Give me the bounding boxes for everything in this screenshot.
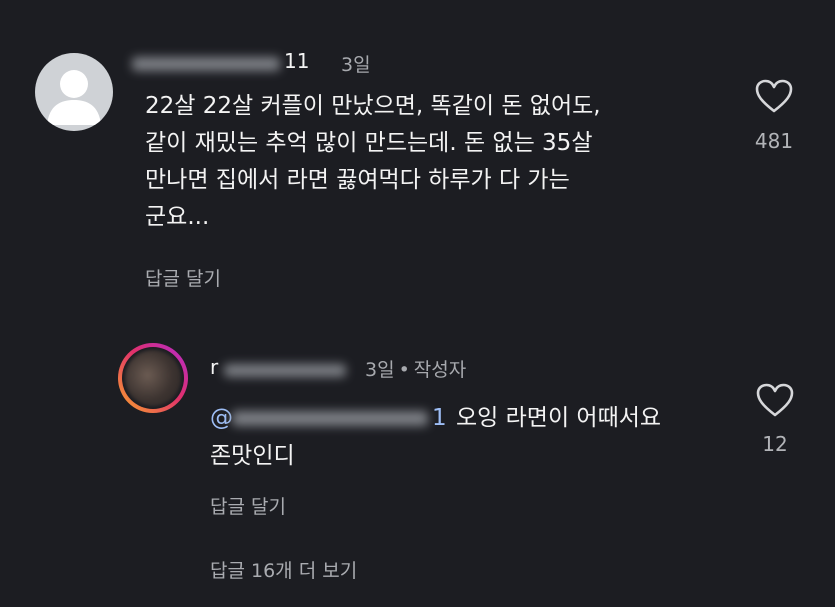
like-button[interactable] [754, 78, 794, 114]
reply-button[interactable]: 답글 달기 [210, 492, 286, 519]
redacted-mention [232, 411, 428, 426]
mention-tail[interactable]: 1 [432, 400, 447, 437]
reply-text: 오잉 라면이 어때서요 [456, 405, 662, 431]
heart-icon [755, 79, 793, 113]
like-count: 481 [754, 129, 794, 153]
reply-meta: 3일 • 작성자 [365, 355, 466, 382]
comment-line: 군요... [145, 204, 210, 230]
avatar-frame [122, 347, 184, 409]
comment-line: 만나면 집에서 라면 끓여먹다 하루가 다 가는 [145, 167, 570, 193]
reply-avatar[interactable] [118, 343, 188, 413]
mention-link[interactable]: @ [210, 405, 233, 431]
reply-button[interactable]: 답글 달기 [145, 264, 221, 291]
redacted-username [132, 57, 280, 71]
avatar[interactable] [35, 53, 113, 131]
reply-line: @ [210, 400, 233, 437]
author-badge: 작성자 [413, 359, 467, 381]
comment-text: 22살 22살 커플이 만났으면, 똑같이 돈 없어도, 같이 재밌는 추억 많… [145, 88, 601, 236]
reply-text: 존맛인디 [210, 443, 295, 469]
reply-time: 3일 [365, 359, 395, 381]
comment-line: 22살 22살 커플이 만났으면, 똑같이 돈 없어도, [145, 93, 601, 119]
heart-icon [756, 383, 794, 417]
comment-line: 같이 재밌는 추억 많이 만드는데. 돈 없는 35살 [145, 130, 593, 156]
redacted-username [224, 364, 346, 377]
separator-dot: • [398, 359, 410, 381]
like-count: 12 [762, 432, 788, 456]
default-user-icon [47, 70, 101, 125]
avatar-photo [125, 350, 181, 406]
reply-username[interactable]: r [210, 355, 218, 379]
view-more-replies-button[interactable]: 답글 16개 더 보기 [210, 556, 357, 583]
comment-time: 3일 [341, 54, 371, 76]
username[interactable]: 11 [284, 49, 309, 73]
like-button[interactable] [755, 382, 795, 418]
